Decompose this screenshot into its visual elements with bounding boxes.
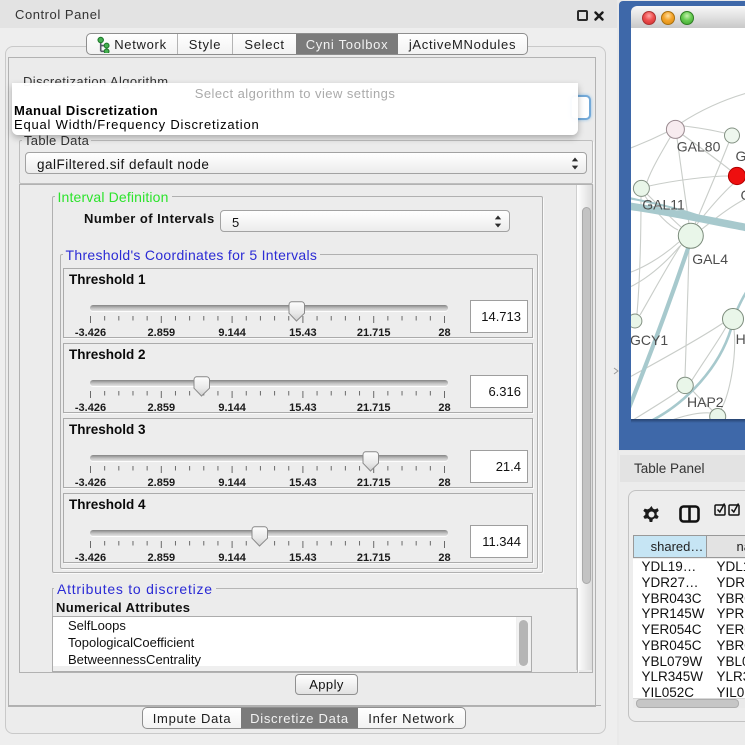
svg-text:HAP2: HAP2: [687, 394, 724, 410]
svg-text:GAL4: GAL4: [692, 251, 728, 267]
svg-text:GAL80: GAL80: [677, 139, 721, 155]
svg-text:G: G: [741, 187, 745, 203]
svg-text:H: H: [736, 331, 745, 347]
svg-text:GCY1: GCY1: [631, 332, 668, 348]
svg-text:GA: GA: [736, 148, 745, 164]
svg-text:GAL11: GAL11: [642, 197, 685, 213]
